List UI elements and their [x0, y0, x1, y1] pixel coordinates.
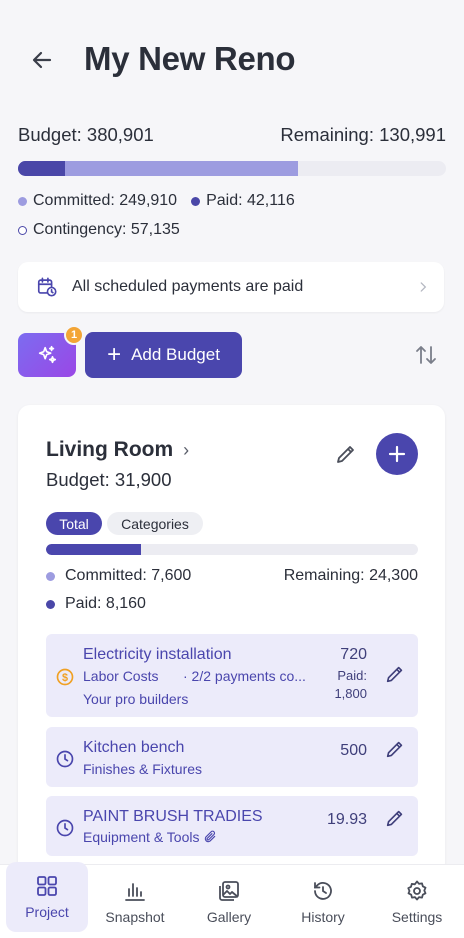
room-title[interactable]: Living Room › [46, 438, 189, 462]
chevron-right-icon: › [183, 439, 190, 460]
item-supplier: Your pro builders [83, 691, 189, 707]
item-amount: 500 [340, 742, 367, 759]
item-name: PAINT BRUSH TRADIES [83, 808, 263, 825]
list-item[interactable]: $ Electricity installation Labor Costs ·… [46, 634, 418, 717]
paperclip-icon [205, 830, 216, 843]
room-paid: Paid: 8,160 [65, 595, 146, 612]
pencil-icon[interactable] [384, 807, 406, 829]
add-item-button[interactable] [376, 433, 418, 475]
contingency-dot [18, 225, 27, 235]
room-remaining: Remaining: 24,300 [283, 567, 418, 584]
back-button[interactable] [26, 44, 58, 76]
room-committed: Committed: 7,600 [65, 567, 192, 584]
item-paid-label: Paid: [337, 668, 367, 683]
item-category: Finishes & Fixtures [83, 761, 203, 777]
grid-icon [37, 876, 57, 896]
plus-icon: + [107, 341, 122, 368]
nav-label: History [301, 908, 345, 925]
list-item[interactable]: Kitchen bench Finishes & Fixtures 500 [46, 727, 418, 787]
nav-snapshot[interactable]: Snapshot [88, 865, 182, 938]
clock-icon [56, 819, 74, 837]
list-item[interactable]: PAINT BRUSH TRADIES Equipment & Tools 19… [46, 796, 418, 856]
tab-total[interactable]: Total [46, 512, 102, 535]
add-budget-label: Add Budget [131, 345, 220, 364]
page-title: My New Reno [84, 40, 296, 77]
paid-segment [18, 161, 66, 176]
contingency-total: Contingency: 57,135 [33, 221, 180, 238]
bottom-navigation: Project Snapshot Gallery History Setting… [0, 862, 464, 938]
gear-icon [407, 880, 427, 900]
nav-label: Gallery [206, 908, 252, 925]
item-payments-note: · 2/2 payments co... [183, 668, 306, 684]
room-progress-fill [46, 544, 141, 555]
nav-settings[interactable]: Settings [370, 865, 464, 938]
paid-dot [46, 599, 55, 609]
committed-dot [46, 571, 55, 581]
add-budget-button[interactable]: + Add Budget [85, 332, 242, 378]
gallery-icon [219, 880, 239, 901]
nav-label: Project [25, 904, 69, 920]
history-icon [314, 881, 332, 900]
paid-total: Paid: 42,116 [206, 192, 295, 209]
item-category: Labor Costs [83, 668, 159, 684]
chevron-right-icon [420, 282, 427, 292]
nav-label: Settings [391, 908, 443, 925]
payments-notice[interactable]: All scheduled payments are paid [18, 262, 444, 312]
pencil-icon [337, 446, 354, 463]
room-paid-row: Paid: 8,160 [46, 595, 418, 613]
bar-chart-icon [125, 882, 145, 901]
sort-button[interactable] [412, 343, 440, 367]
plus-icon [388, 445, 406, 463]
notification-badge: 1 [64, 325, 84, 345]
nav-gallery[interactable]: Gallery [182, 865, 276, 938]
nav-label: Snapshot [105, 908, 165, 925]
budget-progress-bar [18, 161, 446, 176]
item-category-row: Equipment & Tools [83, 829, 217, 845]
dollar-coin-icon: $ [56, 668, 74, 686]
item-paid-value: 1,800 [334, 686, 367, 701]
pencil-icon[interactable] [384, 663, 406, 685]
item-name: Kitchen bench [83, 739, 185, 756]
budget-summary: Budget: 380,901 Remaining: 130,991 [18, 124, 446, 146]
committed-dot [18, 196, 27, 206]
item-name: Electricity installation [83, 646, 232, 663]
sort-arrows-icon [416, 346, 436, 364]
paid-dot [191, 196, 201, 206]
committed-total: Committed: 249,910 [33, 192, 178, 209]
calendar-clock-icon [37, 277, 57, 297]
nav-history[interactable]: History [276, 865, 370, 938]
legend-row: Committed: 249,910 Paid: 42,116 [18, 192, 295, 210]
room-name: Living Room [46, 438, 174, 461]
item-category: Equipment & Tools [83, 829, 200, 845]
nav-project[interactable]: Project [6, 862, 88, 932]
sparkles-icon [38, 345, 57, 364]
room-progress-bar [46, 544, 418, 555]
edit-room-button[interactable] [334, 442, 360, 468]
clock-icon [56, 750, 74, 768]
item-amount: 19.93 [326, 811, 367, 828]
room-budget: Budget: 31,900 [46, 469, 172, 490]
total-budget: Budget: 380,901 [18, 124, 154, 145]
contingency-row: Contingency: 57,135 [18, 221, 180, 239]
pencil-icon[interactable] [384, 738, 406, 760]
tab-categories[interactable]: Categories [107, 512, 203, 535]
svg-text:$: $ [62, 672, 68, 684]
item-amount: 720 [340, 646, 367, 663]
arrow-left-icon [32, 51, 52, 69]
total-remaining: Remaining: 130,991 [280, 124, 446, 145]
notice-text: All scheduled payments are paid [72, 278, 304, 295]
room-committed-row: Committed: 7,600 Remaining: 24,300 [46, 567, 418, 585]
